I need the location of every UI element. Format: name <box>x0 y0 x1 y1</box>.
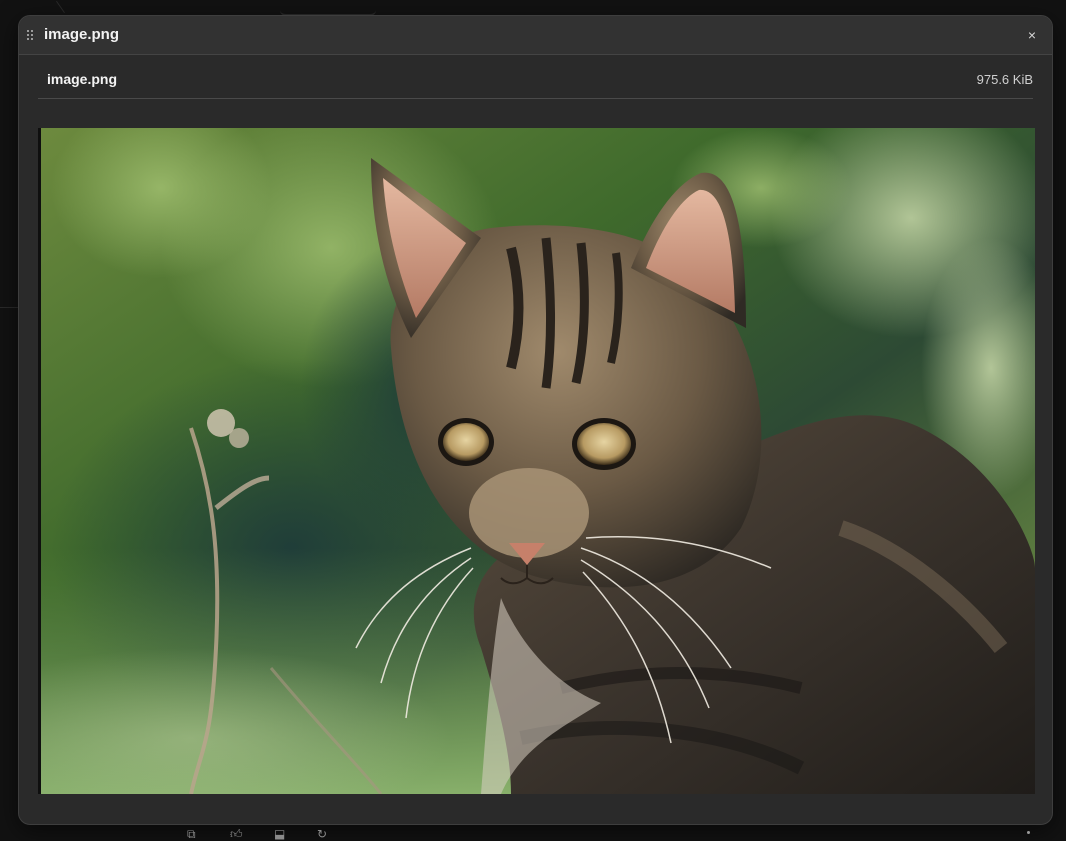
close-button[interactable]: × <box>1022 25 1042 45</box>
file-info-row: image.png 975.6 KiB <box>38 55 1033 99</box>
background-divider <box>0 307 18 308</box>
copy-icon[interactable]: ⧉ <box>187 828 196 841</box>
background-divider <box>56 0 65 14</box>
background-tab <box>280 0 376 16</box>
thumbs-up-icon[interactable]: 👍︎ <box>230 828 243 841</box>
modal-title: image.png <box>44 26 120 43</box>
close-icon[interactable]: × <box>1028 27 1036 43</box>
thumbs-down-icon[interactable]: ⬓ <box>274 828 285 841</box>
file-size: 975.6 KiB <box>976 72 1033 87</box>
image-preview-modal: image.png × image.png 975.6 KiB <box>18 15 1053 825</box>
indicator-dot <box>1027 831 1030 834</box>
image-preview <box>38 128 1035 794</box>
cat-photo <box>41 128 1035 794</box>
file-name: image.png <box>47 71 118 87</box>
regenerate-icon[interactable]: ↻ <box>317 828 327 841</box>
modal-header[interactable]: image.png × <box>19 16 1052 55</box>
screen: image.png × image.png 975.6 KiB ⧉ 👍︎ ⬓ ↻ <box>0 0 1066 841</box>
drag-handle-icon[interactable] <box>27 30 35 41</box>
